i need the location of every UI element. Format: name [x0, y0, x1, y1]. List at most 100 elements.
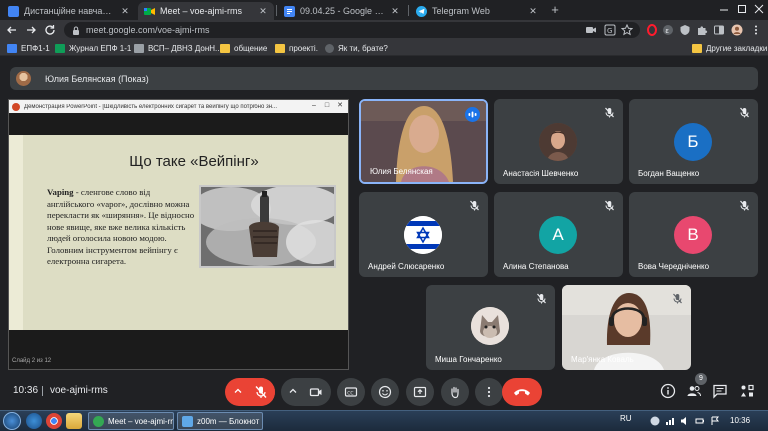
bookmark-epf[interactable]: ЕПФ1-1	[7, 42, 50, 54]
participant-tile[interactable]: Юлия Белянская	[359, 99, 488, 184]
taskbar-item-notepad[interactable]: z00m — Блокнот	[177, 412, 263, 430]
chrome-menu-icon[interactable]	[750, 24, 762, 36]
more-options-button[interactable]	[475, 378, 503, 406]
participant-tile[interactable]: Б Богдан Ващенко	[629, 99, 758, 184]
taskbar-item-meet[interactable]: Meet – voe-ajmi-rms...	[88, 412, 174, 430]
browser-tab-strip: Дистанційне навчання в ВСП ✕ Meet – voe-…	[0, 0, 768, 20]
info-icon[interactable]	[660, 383, 676, 399]
other-bookmarks[interactable]: Другие закладки	[692, 42, 767, 54]
raise-hand-button[interactable]	[441, 378, 469, 406]
new-tab-button[interactable]: +	[548, 3, 562, 17]
chat-icon[interactable]	[712, 383, 728, 399]
address-bar[interactable]: meet.google.com/voe-ajmi-rms	[64, 22, 640, 38]
video-camera-icon	[309, 388, 322, 397]
svg-text:ε: ε	[665, 27, 669, 35]
ie-icon[interactable]	[26, 413, 42, 429]
close-icon: ✕	[337, 102, 343, 109]
tab-google-docs[interactable]: 09.04.25 - Google Документы ✕	[278, 2, 406, 20]
participant-tile[interactable]: В Вова Чередніченко	[629, 192, 758, 277]
bookmark-journal[interactable]: Журнал ЕПФ 1-1	[55, 42, 131, 54]
bookmark-star-icon[interactable]	[621, 24, 633, 36]
tab-label: Meet – voe-ajmi-rms	[160, 6, 243, 16]
participant-tile[interactable]: Миша Гончаренко	[426, 285, 555, 370]
docs-icon	[8, 5, 19, 17]
chevron-up-icon[interactable]	[233, 386, 243, 396]
presentation-status-bar: Слайд 2 из 12	[9, 356, 348, 369]
battery-icon[interactable]	[695, 416, 705, 426]
lock-icon[interactable]	[72, 26, 80, 35]
back-arrow-icon[interactable]	[5, 23, 19, 37]
flag-icon[interactable]	[710, 416, 720, 426]
bookmark-label: Як ти, брате?	[338, 43, 388, 53]
reload-icon[interactable]	[43, 23, 57, 37]
folder-icon	[692, 43, 702, 53]
maximize-button[interactable]	[734, 2, 750, 16]
divider	[42, 386, 43, 396]
emoji-reactions-button[interactable]	[371, 378, 399, 406]
participant-tile[interactable]: А Алина Степанова	[494, 192, 623, 277]
bookmark-vsp[interactable]: ВСП– ДВНЗ ДонН...	[134, 42, 222, 54]
volume-icon[interactable]	[680, 416, 690, 426]
bookmark-label: Другие закладки	[706, 43, 768, 53]
tab-meet[interactable]: Meet – voe-ajmi-rms ✕	[138, 2, 274, 20]
captions-button[interactable]: CC	[337, 378, 365, 406]
camera-indicator-icon[interactable]	[585, 24, 597, 36]
close-icon[interactable]: ✕	[390, 6, 400, 17]
chevron-up-icon[interactable]	[288, 386, 298, 396]
page-icon	[134, 43, 144, 53]
split-view-icon[interactable]	[713, 24, 725, 36]
meeting-time: 10:36	[13, 385, 39, 396]
close-window-button[interactable]	[751, 2, 767, 16]
language-indicator[interactable]: RU	[620, 414, 632, 423]
bookmark-folder-communication[interactable]: общение	[220, 42, 267, 54]
close-icon[interactable]: ✕	[258, 6, 268, 17]
present-screen-icon	[413, 386, 427, 398]
folder-icon[interactable]	[66, 413, 82, 429]
start-button[interactable]	[3, 412, 21, 430]
puzzle-extensions-icon[interactable]	[696, 24, 708, 36]
profile-avatar-icon[interactable]	[731, 24, 743, 36]
chrome-icon[interactable]	[46, 413, 62, 429]
bookmark-how-are-you[interactable]: Як ти, брате?	[325, 42, 388, 54]
participant-name: Миша Гончаренко	[435, 355, 502, 364]
hand-icon	[451, 386, 459, 399]
slide-term: Vaping	[47, 187, 74, 197]
opera-extension-icon[interactable]	[646, 24, 658, 36]
svg-text:G: G	[607, 27, 612, 35]
telegram-icon	[416, 5, 427, 17]
translate-icon[interactable]: G	[604, 24, 616, 36]
tab-telegram[interactable]: Telegram Web ✕	[410, 2, 544, 20]
activities-icon[interactable]	[739, 383, 755, 399]
extension-icon[interactable]: ε	[662, 24, 674, 36]
taskbar-label: Meet – voe-ajmi-rms...	[108, 416, 173, 426]
help-icon[interactable]	[650, 416, 660, 426]
minimize-button[interactable]	[716, 2, 732, 16]
bookmark-folder-projects[interactable]: проекті.	[275, 42, 318, 54]
url-text: meet.google.com/voe-ajmi-rms	[86, 25, 210, 35]
participant-count-badge: 9	[695, 373, 707, 385]
google-docs-icon	[284, 5, 295, 17]
israel-flag-avatar	[404, 216, 442, 254]
presenting-label: Юлия Белянская (Показ)	[45, 73, 149, 84]
participant-tile[interactable]: Мар'янка Коваль	[562, 285, 691, 370]
shield-extension-icon[interactable]	[679, 24, 691, 36]
leave-call-button[interactable]	[502, 378, 542, 406]
close-icon[interactable]: ✕	[120, 6, 130, 17]
forward-arrow-icon[interactable]	[24, 23, 38, 37]
mic-toggle-button[interactable]	[247, 378, 275, 406]
present-screen-button[interactable]	[406, 378, 434, 406]
close-icon[interactable]: ✕	[528, 6, 538, 17]
meet-icon	[144, 6, 155, 17]
people-icon[interactable]	[686, 383, 702, 399]
camera-toggle-button[interactable]	[302, 378, 330, 406]
slide-body: Vaping - сленгове слово від англійського…	[47, 187, 197, 268]
participant-tile[interactable]: Анастасія Шевченко	[494, 99, 623, 184]
avatar: В	[674, 216, 712, 254]
sheets-icon	[55, 43, 65, 53]
participant-tile[interactable]: Андрей Слюсаренко	[359, 192, 488, 277]
meet-controls-bar: 10:36 voe-ajmi-rms CC 9	[0, 370, 768, 410]
tab-distance-learning[interactable]: Дистанційне навчання в ВСП ✕	[2, 2, 136, 20]
network-icon[interactable]	[665, 416, 675, 426]
windows-taskbar: Meet – voe-ajmi-rms... z00m — Блокнот RU…	[0, 410, 768, 431]
shared-presentation: Демонстрация PowerPoint - [Шкідливість е…	[8, 99, 349, 370]
